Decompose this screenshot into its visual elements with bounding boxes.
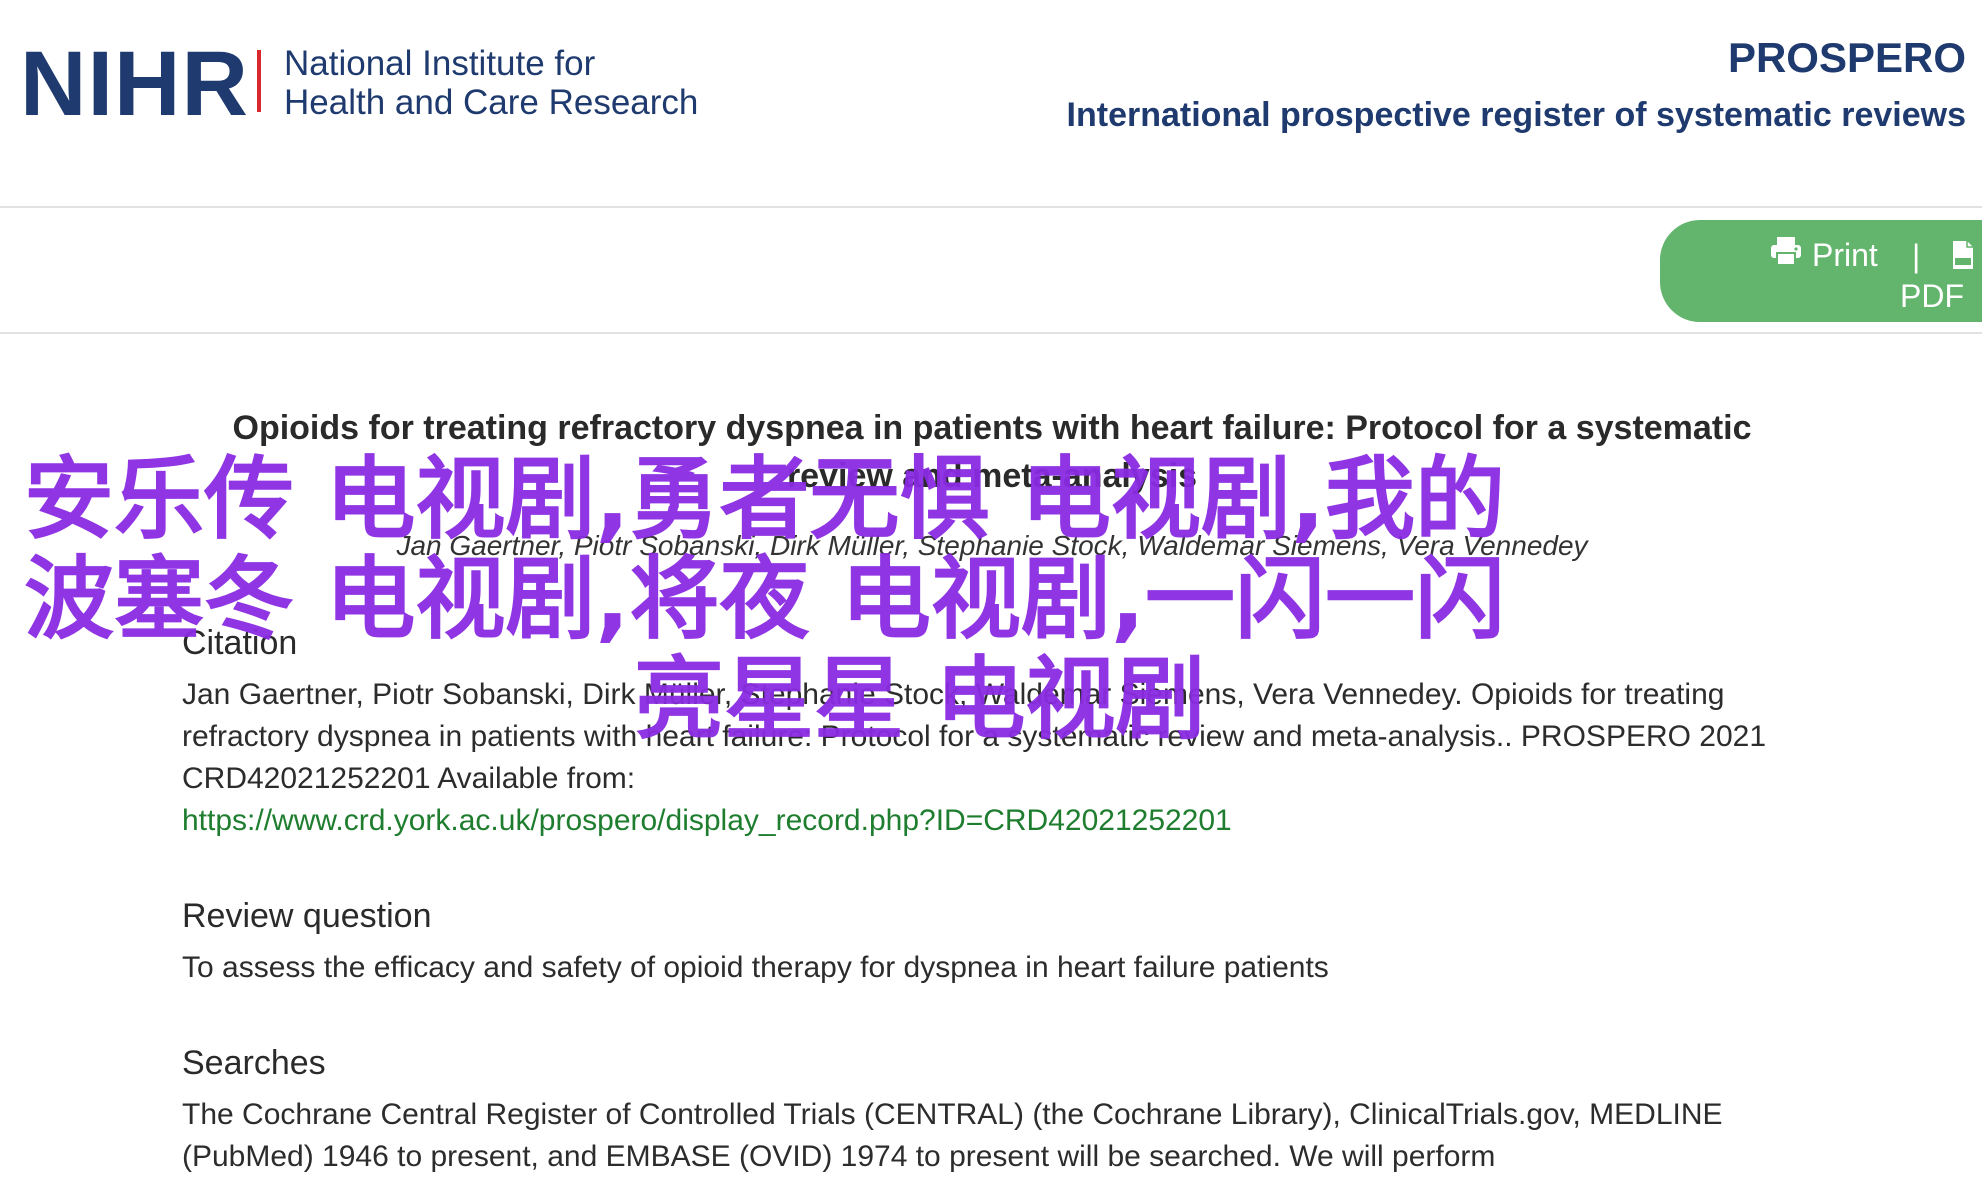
review-question-heading: Review question <box>182 897 432 935</box>
site-header: NIHR National Institute for Health and C… <box>0 0 1982 208</box>
searches-section: Searches The Cochrane Central Register o… <box>182 1040 1792 1178</box>
citation-section: Citation Jan Gaertner, Piotr Sobanski, D… <box>182 620 1792 842</box>
print-button[interactable]: Print <box>1770 236 1878 274</box>
app-title[interactable]: PROSPERO <box>1728 34 1966 82</box>
org-name[interactable]: National Institute for Health and Care R… <box>284 44 698 122</box>
pdf-button[interactable]: PDF <box>1900 278 1964 315</box>
nihr-logo[interactable]: NIHR <box>20 38 249 130</box>
review-question-section: Review question To assess the efficacy a… <box>182 893 1792 989</box>
searches-heading: Searches <box>182 1044 326 1082</box>
printer-icon <box>1770 236 1802 274</box>
org-name-line2: Health and Care Research <box>284 83 699 122</box>
toolbar-separator: | <box>1912 238 1921 274</box>
pdf-icon[interactable] <box>1952 240 1974 278</box>
print-pdf-pill: Print | PDF <box>1660 220 1982 322</box>
citation-text: Jan Gaertner, Piotr Sobanski, Dirk Mülle… <box>182 674 1792 842</box>
print-label: Print <box>1812 236 1878 273</box>
citation-heading: Citation <box>182 624 298 662</box>
record-title: Opioids for treating refractory dyspnea … <box>232 409 1752 495</box>
org-name-line1: National Institute for <box>284 44 596 83</box>
record-toolbar: Print | PDF <box>0 208 1982 334</box>
app-subtitle: International prospective register of sy… <box>1066 96 1966 134</box>
logo-divider <box>257 50 261 112</box>
citation-body: Jan Gaertner, Piotr Sobanski, Dirk Mülle… <box>182 678 1767 795</box>
record-authors: Jan Gaertner, Piotr Sobanski, Dirk Mülle… <box>396 530 1588 561</box>
citation-link[interactable]: https://www.crd.york.ac.uk/prospero/disp… <box>182 804 1232 837</box>
review-question-text: To assess the efficacy and safety of opi… <box>182 951 1329 984</box>
searches-text: The Cochrane Central Register of Control… <box>182 1098 1723 1173</box>
